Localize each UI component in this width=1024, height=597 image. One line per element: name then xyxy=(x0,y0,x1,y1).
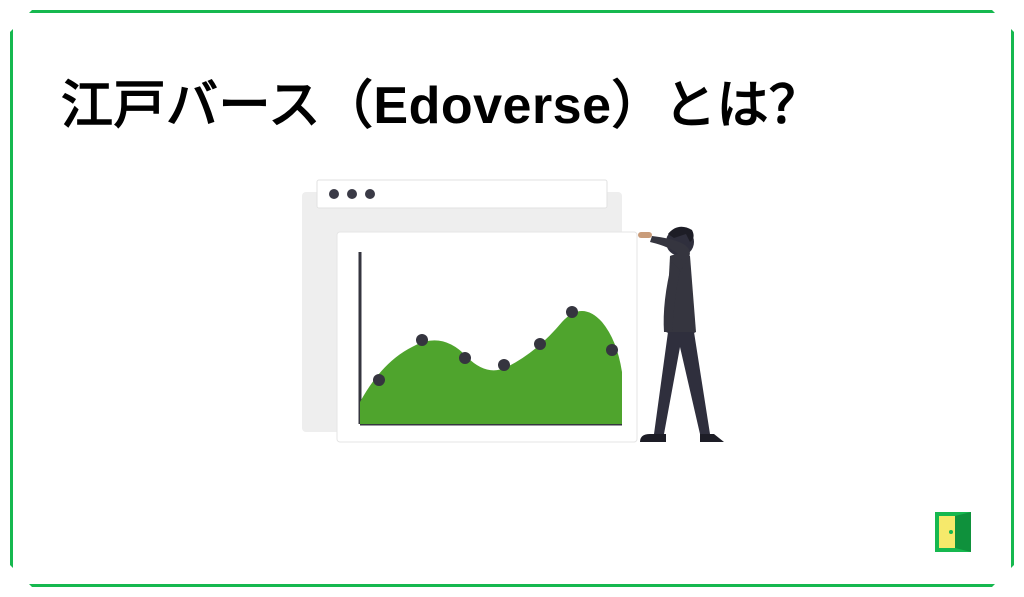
browser-topbar xyxy=(317,180,607,208)
data-point xyxy=(606,344,618,356)
chart-person-illustration xyxy=(282,172,742,482)
data-point xyxy=(566,306,578,318)
browser-dot-icon xyxy=(365,189,375,199)
data-point xyxy=(534,338,546,350)
browser-dot-icon xyxy=(329,189,339,199)
browser-dot-icon xyxy=(347,189,357,199)
info-card: 江戸バース（Edoverse）とは？ xyxy=(10,10,1014,587)
door-logo-icon xyxy=(929,508,977,556)
data-point xyxy=(373,374,385,386)
data-point xyxy=(498,359,510,371)
data-point xyxy=(416,334,428,346)
data-point xyxy=(459,352,471,364)
person-icon xyxy=(638,227,724,442)
card-title: 江戸バース（Edoverse）とは？ xyxy=(61,63,981,138)
